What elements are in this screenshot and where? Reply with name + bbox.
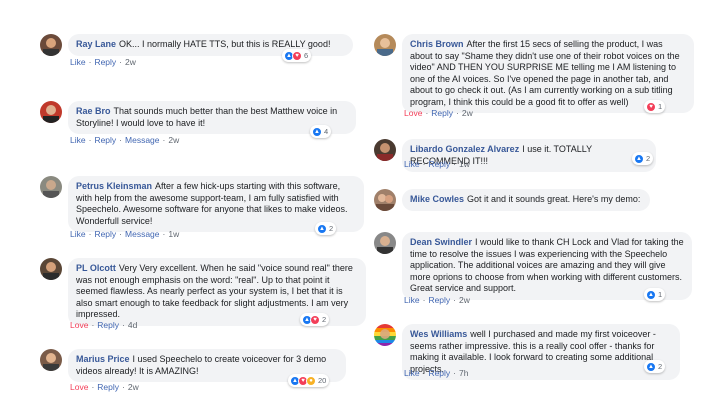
love-link[interactable]: Love: [70, 382, 88, 392]
like-link[interactable]: Like: [404, 159, 420, 169]
love-link[interactable]: Love: [70, 320, 88, 330]
reaction-count: 20: [318, 376, 327, 385]
comment-text: After the first 15 secs of selling the p…: [410, 39, 680, 107]
avatar[interactable]: [40, 258, 62, 280]
like-reaction-icon: ▲: [317, 223, 327, 234]
like-link[interactable]: Like: [70, 135, 86, 145]
reaction-summary[interactable]: ♥ 1: [644, 100, 666, 113]
commenter-name[interactable]: Rae Bro: [76, 106, 111, 116]
commenter-name[interactable]: PL Olcott: [76, 263, 116, 273]
comment-actions: Like · Reply · 2w: [70, 57, 136, 67]
timestamp[interactable]: 2w: [128, 382, 139, 392]
like-reaction-icon: ▲: [634, 153, 644, 164]
timestamp[interactable]: 1w: [168, 229, 179, 239]
avatar[interactable]: [374, 189, 396, 211]
avatar[interactable]: [374, 139, 396, 161]
avatar[interactable]: [374, 324, 396, 346]
avatar[interactable]: [40, 349, 62, 371]
reply-link[interactable]: Reply: [97, 382, 119, 392]
love-reaction-icon: ♥: [646, 101, 656, 112]
comment-actions: Like · Reply · Message · 2w: [70, 135, 180, 145]
comment-text: That sounds much better than the best Ma…: [76, 106, 338, 128]
reply-link[interactable]: Reply: [94, 57, 116, 67]
message-link[interactable]: Message: [125, 135, 160, 145]
comment-actions: Like · Reply · 7h: [404, 368, 469, 378]
reply-link[interactable]: Reply: [94, 135, 116, 145]
comment-actions: Like · Reply · 2w: [404, 295, 470, 305]
reply-link[interactable]: Reply: [428, 159, 450, 169]
reply-link[interactable]: Reply: [97, 320, 119, 330]
reaction-summary[interactable]: ▲ 1: [644, 288, 666, 301]
timestamp[interactable]: 7h: [459, 368, 468, 378]
like-link[interactable]: Like: [404, 295, 420, 305]
reaction-count: 1: [658, 102, 663, 111]
timestamp[interactable]: 1w: [459, 159, 470, 169]
comment-text: Got it and it sounds great. Here's my de…: [467, 194, 641, 204]
like-link[interactable]: Like: [70, 229, 86, 239]
avatar[interactable]: [40, 34, 62, 56]
timestamp[interactable]: 2w: [462, 108, 473, 118]
comment-actions: Like · Reply · 1w: [404, 159, 470, 169]
reaction-count: 2: [658, 362, 663, 371]
comment-text: Very Very excellent. When he said "voice…: [76, 263, 353, 319]
reaction-count: 4: [324, 127, 329, 136]
commenter-name[interactable]: Dean Swindler: [410, 237, 472, 247]
love-link[interactable]: Love: [404, 108, 422, 118]
avatar[interactable]: [40, 176, 62, 198]
avatar[interactable]: [374, 34, 396, 56]
like-reaction-icon: ▲: [312, 126, 322, 137]
reaction-summary[interactable]: ▲ 2: [632, 152, 654, 165]
reply-link[interactable]: Reply: [428, 368, 450, 378]
comment-text: OK... I normally HATE TTS, but this is R…: [119, 39, 331, 49]
haha-reaction-icon: ●: [306, 375, 316, 386]
commenter-name[interactable]: Mike Cowles: [410, 194, 464, 204]
avatar[interactable]: [40, 101, 62, 123]
like-link[interactable]: Like: [70, 57, 86, 67]
reaction-summary[interactable]: ▲ 4: [310, 125, 332, 138]
timestamp[interactable]: 2w: [168, 135, 179, 145]
comment-actions: Love · Reply · 2w: [404, 108, 473, 118]
message-link[interactable]: Message: [125, 229, 160, 239]
timestamp[interactable]: 2w: [125, 57, 136, 67]
comment-actions: Like · Reply · Message · 1w: [70, 229, 180, 239]
reaction-count: 2: [646, 154, 651, 163]
like-reaction-icon: ▲: [646, 361, 656, 372]
timestamp[interactable]: 2w: [459, 295, 470, 305]
comment-bubble: Mike Cowles Got it and it sounds great. H…: [402, 189, 650, 211]
comment-actions: Love · Reply · 2w: [70, 382, 139, 392]
reply-link[interactable]: Reply: [428, 295, 450, 305]
reply-link[interactable]: Reply: [94, 229, 116, 239]
reply-link[interactable]: Reply: [431, 108, 453, 118]
reaction-summary[interactable]: ▲ ♥ 6: [282, 49, 312, 62]
reaction-summary[interactable]: ▲ ♥ ● 20: [288, 374, 330, 387]
reaction-summary[interactable]: ▲ 2: [315, 222, 337, 235]
reaction-summary[interactable]: ▲ ♥ 2: [300, 313, 330, 326]
commenter-name[interactable]: Wes Williams: [410, 329, 467, 339]
reaction-count: 2: [322, 315, 327, 324]
like-link[interactable]: Like: [404, 368, 420, 378]
commenter-name[interactable]: Petrus Kleinsman: [76, 181, 152, 191]
commenter-name[interactable]: Libardo Gonzalez Alvarez: [410, 144, 519, 154]
reaction-count: 2: [329, 224, 334, 233]
like-reaction-icon: ▲: [646, 289, 656, 300]
commenter-name[interactable]: Chris Brown: [410, 39, 464, 49]
avatar[interactable]: [374, 232, 396, 254]
commenter-name[interactable]: Ray Lane: [76, 39, 116, 49]
comment-actions: Love · Reply · 4d: [70, 320, 138, 330]
reaction-count: 1: [658, 290, 663, 299]
love-reaction-icon: ♥: [292, 50, 302, 61]
reaction-count: 6: [304, 51, 309, 60]
love-reaction-icon: ♥: [310, 314, 320, 325]
commenter-name[interactable]: Marius Price: [76, 354, 130, 364]
reaction-summary[interactable]: ▲ 2: [644, 360, 666, 373]
timestamp[interactable]: 4d: [128, 320, 137, 330]
